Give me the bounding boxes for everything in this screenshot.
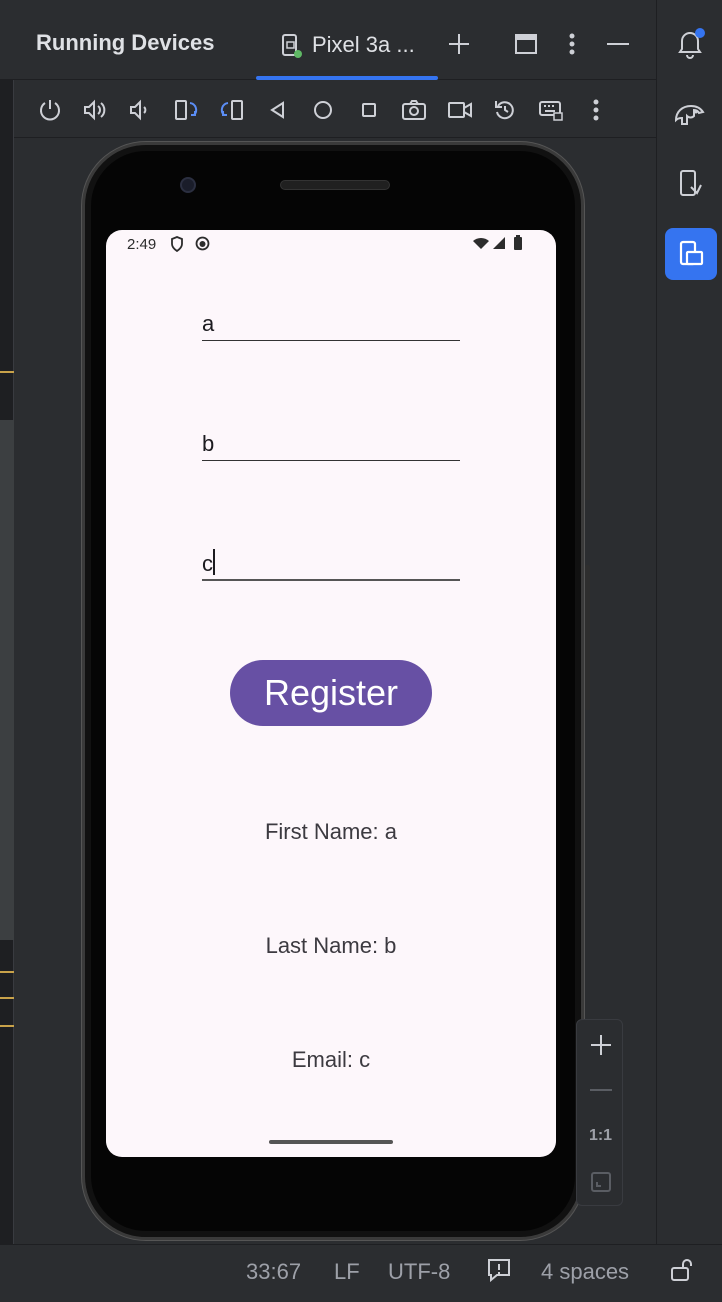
- last-name-field[interactable]: b: [202, 421, 460, 461]
- back-icon[interactable]: [264, 96, 292, 124]
- device-manager-icon[interactable]: [675, 168, 707, 200]
- running-devices-icon: [675, 238, 707, 270]
- battery-icon: [514, 235, 522, 254]
- first-name-result: First Name: a: [264, 819, 398, 844]
- panel-title: Running Devices: [36, 30, 215, 55]
- device-toolbar: [14, 80, 656, 138]
- gutter-marker: [0, 1025, 14, 1027]
- unlock-icon[interactable]: [670, 1257, 694, 1289]
- wifi-icon: [472, 236, 490, 254]
- add-icon[interactable]: [445, 30, 473, 58]
- gesture-home-bar[interactable]: [269, 1140, 393, 1144]
- volume-side-button: [585, 565, 590, 710]
- running-devices-tool-button[interactable]: [665, 228, 717, 280]
- gutter-marker: [0, 371, 14, 373]
- indent-setting[interactable]: 4 spaces: [541, 1259, 629, 1285]
- volume-down-icon[interactable]: [126, 96, 154, 124]
- gradle-elephant-icon[interactable]: [673, 98, 707, 130]
- gutter-marker: [0, 997, 14, 999]
- zoom-out-icon[interactable]: [577, 1075, 624, 1105]
- earpiece-speaker: [280, 180, 390, 190]
- shield-icon: [170, 236, 184, 256]
- first-name-field[interactable]: a: [202, 301, 460, 341]
- screen-record-icon[interactable]: [446, 96, 474, 124]
- more-icon[interactable]: [582, 96, 610, 124]
- status-time: 2:49: [127, 236, 157, 253]
- zoom-actual-size-button[interactable]: 1:1: [577, 1123, 624, 1149]
- cursor-position[interactable]: 33:67: [246, 1259, 301, 1285]
- overview-icon[interactable]: [355, 96, 383, 124]
- register-button[interactable]: Register: [230, 660, 432, 726]
- left-gutter: [0, 0, 14, 1244]
- right-tool-window-bar: [656, 0, 722, 1244]
- volume-up-icon[interactable]: [81, 96, 109, 124]
- device-tab-label: Pixel 3a ...: [312, 32, 415, 57]
- text-cursor: [213, 549, 215, 575]
- minimize-icon[interactable]: [604, 30, 632, 58]
- zoom-controls: 1:1: [576, 1019, 623, 1206]
- line-ending[interactable]: LF: [334, 1259, 360, 1285]
- device-icon: [278, 32, 304, 60]
- app-notification-icon: [195, 236, 210, 255]
- reset-icon[interactable]: [491, 96, 519, 124]
- running-devices-header: Running Devices Pixel 3a ...: [0, 0, 656, 80]
- tab-device-pixel-3a[interactable]: Pixel 3a ...: [256, 20, 438, 80]
- keyboard-icon[interactable]: [537, 96, 565, 124]
- home-icon[interactable]: [309, 96, 337, 124]
- cell-signal-icon: [492, 236, 506, 254]
- first-name-value: a: [202, 311, 215, 336]
- last-name-result: Last Name: b: [265, 933, 397, 958]
- email-value: c: [202, 551, 213, 576]
- zoom-fit-icon[interactable]: [577, 1168, 624, 1196]
- email-field[interactable]: c: [202, 541, 460, 581]
- email-result: Email: c: [291, 1047, 371, 1072]
- window-mode-icon[interactable]: [512, 30, 540, 58]
- gutter-marker: [0, 971, 14, 973]
- power-side-button: [585, 420, 590, 500]
- ide-status-bar: 33:67 LF UTF-8 4 spaces: [0, 1244, 722, 1302]
- rotate-right-icon[interactable]: [218, 96, 246, 124]
- front-camera: [180, 177, 196, 193]
- screenshot-icon[interactable]: [400, 96, 428, 124]
- last-name-value: b: [202, 431, 215, 456]
- notifications-bell-icon[interactable]: [675, 26, 707, 60]
- inspections-icon[interactable]: [486, 1257, 512, 1289]
- gutter-shade: [0, 420, 14, 940]
- zoom-in-icon[interactable]: [577, 1030, 624, 1060]
- options-menu-icon[interactable]: [558, 30, 586, 58]
- power-icon[interactable]: [36, 96, 64, 124]
- pixel-3a-emulator: 2:49 a b c Register First Name: a Last N…: [82, 142, 590, 1240]
- emulator-screen[interactable]: 2:49 a b c Register First Name: a Last N…: [106, 230, 556, 1157]
- file-encoding[interactable]: UTF-8: [388, 1259, 450, 1285]
- android-status-bar: 2:49: [106, 230, 556, 258]
- rotate-left-icon[interactable]: [172, 96, 200, 124]
